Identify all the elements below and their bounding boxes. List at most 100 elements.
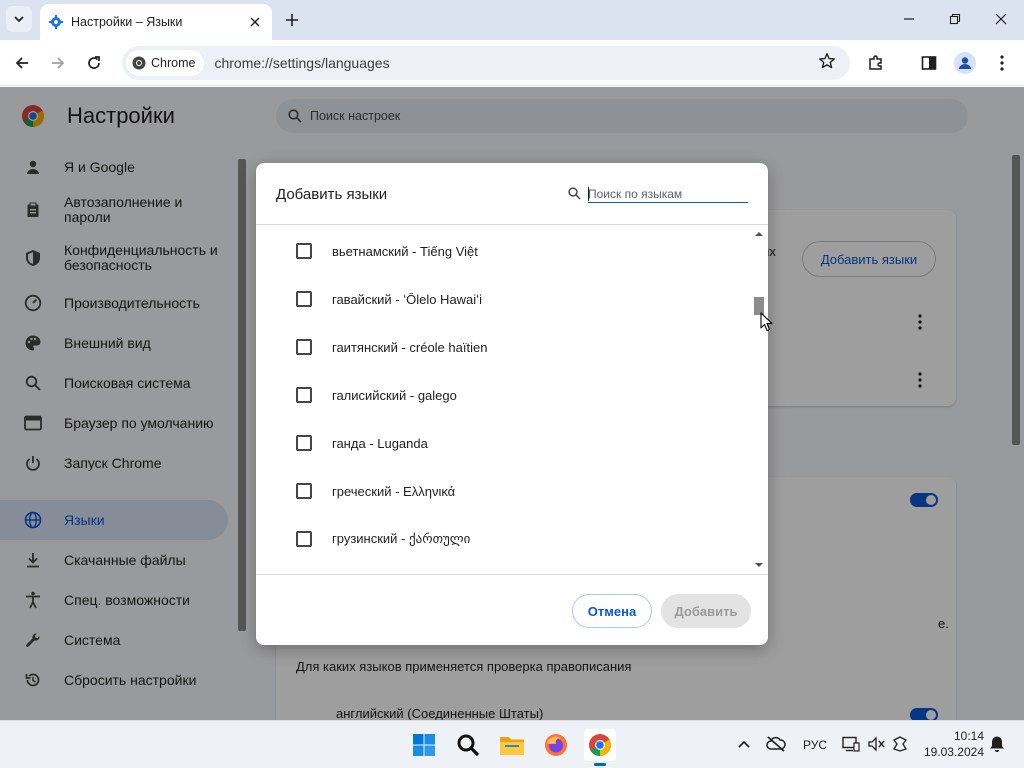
back-button[interactable] xyxy=(9,50,35,76)
monitor-icon xyxy=(842,736,860,752)
volume-muted-icon xyxy=(868,736,885,752)
network-tray-button[interactable] xyxy=(840,733,862,755)
language-checkbox[interactable] xyxy=(296,291,312,307)
reload-icon xyxy=(88,56,100,69)
list-item[interactable]: вьетнамский - Tiếng Việt xyxy=(256,227,750,275)
list-item[interactable]: гаитянский - créole haïtien xyxy=(256,323,750,371)
puzzle-icon xyxy=(869,55,882,70)
cloud-offline-icon xyxy=(766,736,786,752)
cancel-button[interactable]: Отмена xyxy=(572,594,652,628)
address-bar[interactable]: Chrome chrome://settings/languages xyxy=(122,46,850,80)
language-list-scrollbar[interactable] xyxy=(752,225,766,574)
show-hidden-icons-button[interactable] xyxy=(733,733,755,755)
language-label: галисийский - galego xyxy=(332,387,457,403)
chevron-up-icon xyxy=(738,740,750,748)
language-label: греческий - Ελληνικά xyxy=(332,483,456,499)
text-caret xyxy=(588,187,589,201)
bell-icon xyxy=(990,736,1004,752)
chrome-logo-icon xyxy=(589,734,611,756)
close-icon xyxy=(250,17,260,27)
onedrive-tray-button[interactable] xyxy=(765,733,787,755)
file-explorer-button[interactable] xyxy=(496,729,528,761)
plus-icon xyxy=(286,14,298,26)
language-label: гаитянский - créole haïtien xyxy=(332,339,488,355)
new-tab-button[interactable] xyxy=(280,8,304,32)
firefox-button[interactable] xyxy=(540,729,572,761)
battery-icon xyxy=(893,736,907,752)
folder-icon xyxy=(500,737,524,755)
firefox-icon xyxy=(545,734,567,756)
minimize-icon xyxy=(904,18,914,20)
taskbar-clock[interactable]: 10:14 19.03.2024 xyxy=(918,728,984,760)
close-window-button[interactable] xyxy=(986,6,1016,32)
restore-icon xyxy=(949,13,961,25)
minimize-button[interactable] xyxy=(894,6,924,32)
active-app-indicator xyxy=(594,763,606,766)
chrome-taskbar-button[interactable] xyxy=(584,729,616,761)
scroll-down-arrow-icon[interactable] xyxy=(754,562,764,568)
profile-button[interactable] xyxy=(952,50,978,76)
scroll-up-arrow-icon[interactable] xyxy=(754,231,764,237)
reload-button[interactable] xyxy=(81,50,107,76)
arrow-right-icon xyxy=(52,57,65,69)
notifications-button[interactable] xyxy=(986,733,1008,755)
mouse-cursor-icon xyxy=(760,312,773,332)
forward-button[interactable] xyxy=(45,50,71,76)
site-chip-label: Chrome xyxy=(151,56,196,70)
add-languages-dialog: Добавить языки вьетнамский - Tiếng Việt … xyxy=(256,163,768,645)
close-icon xyxy=(995,13,1007,25)
list-item[interactable]: греческий - Ελληνικά xyxy=(256,467,750,515)
star-icon xyxy=(819,53,835,69)
language-checkbox[interactable] xyxy=(296,387,312,403)
bookmark-star-button[interactable] xyxy=(818,52,836,75)
clock-date: 19.03.2024 xyxy=(923,745,984,759)
windows-logo-icon xyxy=(413,734,435,756)
list-item[interactable]: галисийский - galego xyxy=(256,371,750,419)
tab-title: Настройки – Языки xyxy=(71,15,183,29)
search-icon xyxy=(457,734,480,757)
battery-tray-button[interactable] xyxy=(889,733,911,755)
side-panel-button[interactable] xyxy=(916,50,942,76)
list-item[interactable]: грузинский - ქართული xyxy=(256,515,750,563)
list-item[interactable]: ганда - Luganda xyxy=(256,419,750,467)
language-checkbox[interactable] xyxy=(296,435,312,451)
language-checkbox[interactable] xyxy=(296,483,312,499)
restore-button[interactable] xyxy=(940,6,970,32)
tab-settings-languages[interactable]: Настройки – Языки xyxy=(40,4,272,40)
chrome-menu-button[interactable] xyxy=(989,50,1015,76)
list-item[interactable]: гавайский - ʻŌlelo Hawaiʻi xyxy=(256,275,750,323)
url-text[interactable]: chrome://settings/languages xyxy=(214,55,389,71)
tab-close-button[interactable] xyxy=(244,11,266,33)
chrome-logo-icon xyxy=(132,56,146,70)
language-search-input[interactable] xyxy=(588,185,748,203)
language-label: вьетнамский - Tiếng Việt xyxy=(332,243,478,259)
avatar-icon xyxy=(954,52,976,74)
language-label: грузинский - ქართული xyxy=(332,531,471,546)
extensions-button[interactable] xyxy=(863,50,889,76)
kebab-menu-icon xyxy=(1000,55,1004,71)
start-button[interactable] xyxy=(408,729,440,761)
windows-taskbar: РУС 10:14 19.03.2024 xyxy=(0,720,1024,768)
taskbar-search-button[interactable] xyxy=(452,729,484,761)
tab-search-button[interactable] xyxy=(6,6,32,32)
arrow-left-icon xyxy=(15,57,28,69)
dialog-title: Добавить языки xyxy=(276,186,388,203)
add-button[interactable]: Добавить xyxy=(661,594,751,628)
language-list: вьетнамский - Tiếng Việt гавайский - ʻŌl… xyxy=(256,225,750,574)
divider xyxy=(256,574,768,575)
browser-toolbar: Chrome chrome://settings/languages xyxy=(0,40,1024,86)
side-panel-icon xyxy=(921,56,937,70)
language-label: ганда - Luganda xyxy=(332,435,428,451)
gear-icon xyxy=(49,15,63,29)
input-language-indicator[interactable]: РУС xyxy=(803,738,827,752)
volume-tray-button[interactable] xyxy=(866,733,888,755)
tab-strip: Настройки – Языки xyxy=(0,0,1024,40)
chevron-down-icon xyxy=(14,16,24,23)
language-label: гавайский - ʻŌlelo Hawaiʻi xyxy=(332,291,482,307)
search-icon xyxy=(568,187,581,200)
language-checkbox[interactable] xyxy=(296,243,312,259)
language-checkbox[interactable] xyxy=(296,531,312,547)
site-chip[interactable]: Chrome xyxy=(126,50,205,76)
language-checkbox[interactable] xyxy=(296,339,312,355)
clock-time: 10:14 xyxy=(953,729,984,743)
